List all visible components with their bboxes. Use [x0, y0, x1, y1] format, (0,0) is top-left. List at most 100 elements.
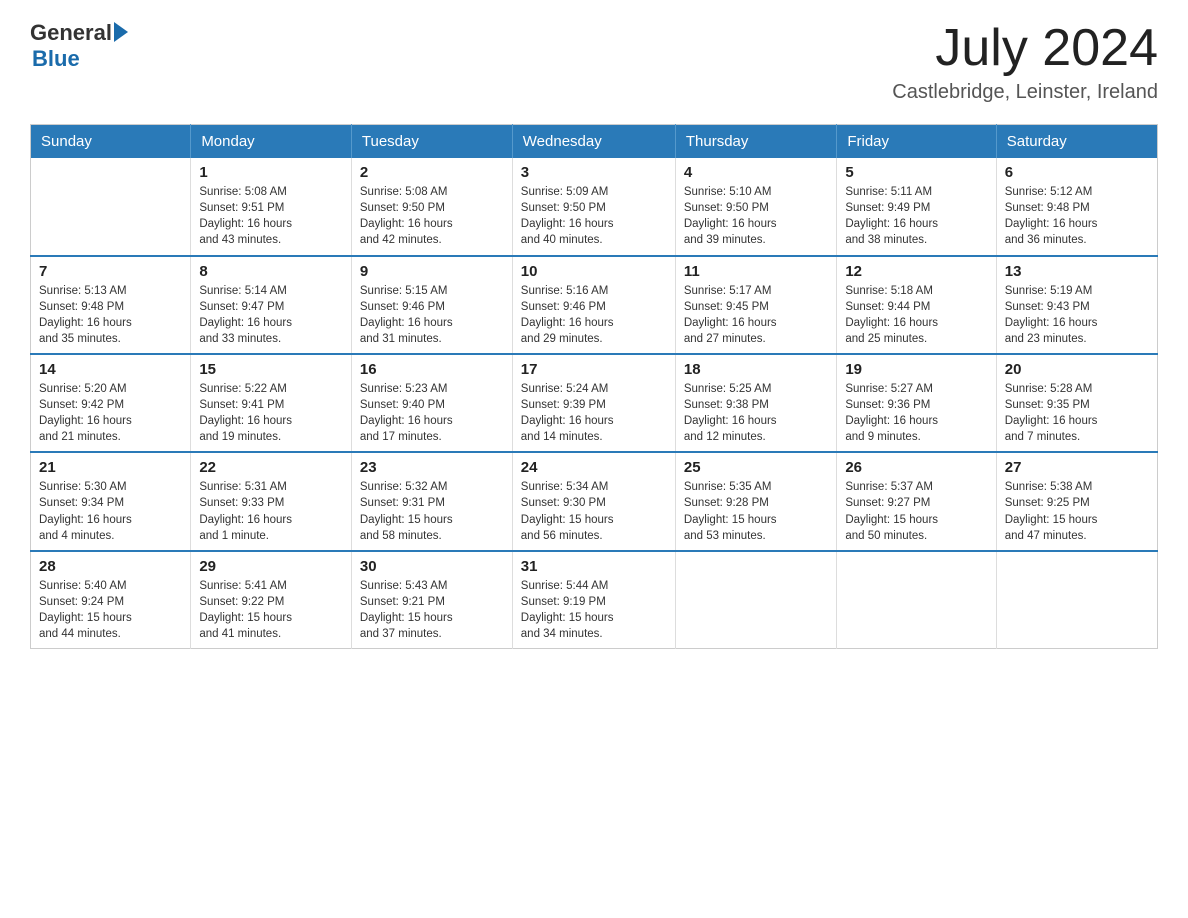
weekday-header-thursday: Thursday: [675, 125, 836, 159]
day-number: 14: [39, 361, 182, 378]
day-info: Sunrise: 5:09 AM Sunset: 9:50 PM Dayligh…: [521, 184, 667, 248]
calendar-cell: [675, 551, 836, 649]
title-section: July 2024 Castlebridge, Leinster, Irelan…: [892, 20, 1158, 104]
day-info: Sunrise: 5:08 AM Sunset: 9:50 PM Dayligh…: [360, 184, 504, 248]
day-info: Sunrise: 5:16 AM Sunset: 9:46 PM Dayligh…: [521, 283, 667, 347]
weekday-header-row: SundayMondayTuesdayWednesdayThursdayFrid…: [31, 125, 1158, 159]
weekday-header-friday: Friday: [837, 125, 996, 159]
day-info: Sunrise: 5:35 AM Sunset: 9:28 PM Dayligh…: [684, 479, 828, 543]
day-info: Sunrise: 5:25 AM Sunset: 9:38 PM Dayligh…: [684, 381, 828, 445]
calendar-cell: 20Sunrise: 5:28 AM Sunset: 9:35 PM Dayli…: [996, 354, 1157, 452]
calendar-cell: 18 Sunrise: 5:25 AM Sunset: 9:38 PM Dayli…: [675, 354, 836, 452]
day-number: 6: [1005, 164, 1149, 181]
day-info: Sunrise: 5:41 AM Sunset: 9:22 PM Dayligh…: [199, 578, 343, 642]
calendar-cell: 10 Sunrise: 5:16 AM Sunset: 9:46 PM Dayli…: [512, 256, 675, 354]
weekday-header-saturday: Saturday: [996, 125, 1157, 159]
day-number: 9: [360, 263, 504, 280]
calendar-week-row: 1Sunrise: 5:08 AM Sunset: 9:51 PM Daylig…: [31, 158, 1158, 255]
calendar-cell: 30Sunrise: 5:43 AM Sunset: 9:21 PM Dayli…: [351, 551, 512, 649]
day-info: Sunrise: 5:37 AM Sunset: 9:27 PM Dayligh…: [845, 479, 987, 543]
day-number: 10: [521, 263, 667, 280]
day-number: 27: [1005, 459, 1149, 476]
calendar-cell: 14 Sunrise: 5:20 AM Sunset: 9:42 PM Dayli…: [31, 354, 191, 452]
calendar-cell: 16 Sunrise: 5:23 AM Sunset: 9:40 PM Dayli…: [351, 354, 512, 452]
month-title: July 2024: [892, 20, 1158, 77]
day-number: 8: [199, 263, 343, 280]
day-number: 2: [360, 164, 504, 181]
calendar-cell: 1Sunrise: 5:08 AM Sunset: 9:51 PM Daylig…: [191, 158, 352, 255]
day-info: Sunrise: 5:12 AM Sunset: 9:48 PM Dayligh…: [1005, 184, 1149, 248]
day-info: Sunrise: 5:20 AM Sunset: 9:42 PM Dayligh…: [39, 381, 182, 445]
day-info: Sunrise: 5:11 AM Sunset: 9:49 PM Dayligh…: [845, 184, 987, 248]
day-number: 4: [684, 164, 828, 181]
day-info: Sunrise: 5:27 AM Sunset: 9:36 PM Dayligh…: [845, 381, 987, 445]
logo-arrow-icon: [114, 22, 128, 42]
calendar-cell: 28Sunrise: 5:40 AM Sunset: 9:24 PM Dayli…: [31, 551, 191, 649]
calendar-week-row: 14 Sunrise: 5:20 AM Sunset: 9:42 PM Dayli…: [31, 354, 1158, 452]
calendar-cell: 31Sunrise: 5:44 AM Sunset: 9:19 PM Dayli…: [512, 551, 675, 649]
weekday-header-wednesday: Wednesday: [512, 125, 675, 159]
day-number: 1: [199, 164, 343, 181]
day-info: Sunrise: 5:23 AM Sunset: 9:40 PM Dayligh…: [360, 381, 504, 445]
day-number: 29: [199, 558, 343, 575]
day-number: 20: [1005, 361, 1149, 378]
day-info: Sunrise: 5:15 AM Sunset: 9:46 PM Dayligh…: [360, 283, 504, 347]
day-number: 31: [521, 558, 667, 575]
calendar-cell: 26 Sunrise: 5:37 AM Sunset: 9:27 PM Dayli…: [837, 452, 996, 550]
day-number: 19: [845, 361, 987, 378]
day-info: Sunrise: 5:31 AM Sunset: 9:33 PM Dayligh…: [199, 479, 343, 543]
logo-general-text: General: [30, 20, 112, 46]
page-header: General Blue July 2024 Castlebridge, Lei…: [30, 20, 1158, 104]
calendar-cell: [837, 551, 996, 649]
logo-blue-text: Blue: [32, 46, 80, 72]
calendar-cell: 17 Sunrise: 5:24 AM Sunset: 9:39 PM Dayli…: [512, 354, 675, 452]
logo: General Blue: [30, 20, 128, 72]
calendar-cell: 27 Sunrise: 5:38 AM Sunset: 9:25 PM Dayli…: [996, 452, 1157, 550]
day-number: 13: [1005, 263, 1149, 280]
calendar-week-row: 28Sunrise: 5:40 AM Sunset: 9:24 PM Dayli…: [31, 551, 1158, 649]
day-number: 5: [845, 164, 987, 181]
location-text: Castlebridge, Leinster, Ireland: [892, 81, 1158, 104]
calendar-cell: 9 Sunrise: 5:15 AM Sunset: 9:46 PM Daylig…: [351, 256, 512, 354]
calendar-cell: 6 Sunrise: 5:12 AM Sunset: 9:48 PM Daylig…: [996, 158, 1157, 255]
day-number: 7: [39, 263, 182, 280]
calendar-cell: 24Sunrise: 5:34 AM Sunset: 9:30 PM Dayli…: [512, 452, 675, 550]
weekday-header-sunday: Sunday: [31, 125, 191, 159]
calendar-week-row: 21 Sunrise: 5:30 AM Sunset: 9:34 PM Dayli…: [31, 452, 1158, 550]
day-info: Sunrise: 5:14 AM Sunset: 9:47 PM Dayligh…: [199, 283, 343, 347]
calendar-cell: 21 Sunrise: 5:30 AM Sunset: 9:34 PM Dayli…: [31, 452, 191, 550]
calendar-cell: 3 Sunrise: 5:09 AM Sunset: 9:50 PM Daylig…: [512, 158, 675, 255]
calendar-cell: 29 Sunrise: 5:41 AM Sunset: 9:22 PM Dayli…: [191, 551, 352, 649]
day-info: Sunrise: 5:22 AM Sunset: 9:41 PM Dayligh…: [199, 381, 343, 445]
day-number: 28: [39, 558, 182, 575]
weekday-header-monday: Monday: [191, 125, 352, 159]
day-info: Sunrise: 5:34 AM Sunset: 9:30 PM Dayligh…: [521, 479, 667, 543]
day-number: 11: [684, 263, 828, 280]
calendar-cell: 12Sunrise: 5:18 AM Sunset: 9:44 PM Dayli…: [837, 256, 996, 354]
day-number: 3: [521, 164, 667, 181]
calendar-cell: 15Sunrise: 5:22 AM Sunset: 9:41 PM Dayli…: [191, 354, 352, 452]
day-number: 17: [521, 361, 667, 378]
calendar-table: SundayMondayTuesdayWednesdayThursdayFrid…: [30, 124, 1158, 649]
day-info: Sunrise: 5:24 AM Sunset: 9:39 PM Dayligh…: [521, 381, 667, 445]
day-number: 25: [684, 459, 828, 476]
day-info: Sunrise: 5:17 AM Sunset: 9:45 PM Dayligh…: [684, 283, 828, 347]
day-number: 18: [684, 361, 828, 378]
day-info: Sunrise: 5:38 AM Sunset: 9:25 PM Dayligh…: [1005, 479, 1149, 543]
day-number: 12: [845, 263, 987, 280]
calendar-cell: [996, 551, 1157, 649]
calendar-cell: [31, 158, 191, 255]
day-number: 16: [360, 361, 504, 378]
day-info: Sunrise: 5:43 AM Sunset: 9:21 PM Dayligh…: [360, 578, 504, 642]
day-number: 26: [845, 459, 987, 476]
day-number: 22: [199, 459, 343, 476]
day-info: Sunrise: 5:13 AM Sunset: 9:48 PM Dayligh…: [39, 283, 182, 347]
weekday-header-tuesday: Tuesday: [351, 125, 512, 159]
day-info: Sunrise: 5:19 AM Sunset: 9:43 PM Dayligh…: [1005, 283, 1149, 347]
day-number: 21: [39, 459, 182, 476]
calendar-cell: 11 Sunrise: 5:17 AM Sunset: 9:45 PM Dayli…: [675, 256, 836, 354]
calendar-cell: 23Sunrise: 5:32 AM Sunset: 9:31 PM Dayli…: [351, 452, 512, 550]
calendar-cell: 25 Sunrise: 5:35 AM Sunset: 9:28 PM Dayli…: [675, 452, 836, 550]
day-info: Sunrise: 5:30 AM Sunset: 9:34 PM Dayligh…: [39, 479, 182, 543]
calendar-cell: 13 Sunrise: 5:19 AM Sunset: 9:43 PM Dayli…: [996, 256, 1157, 354]
